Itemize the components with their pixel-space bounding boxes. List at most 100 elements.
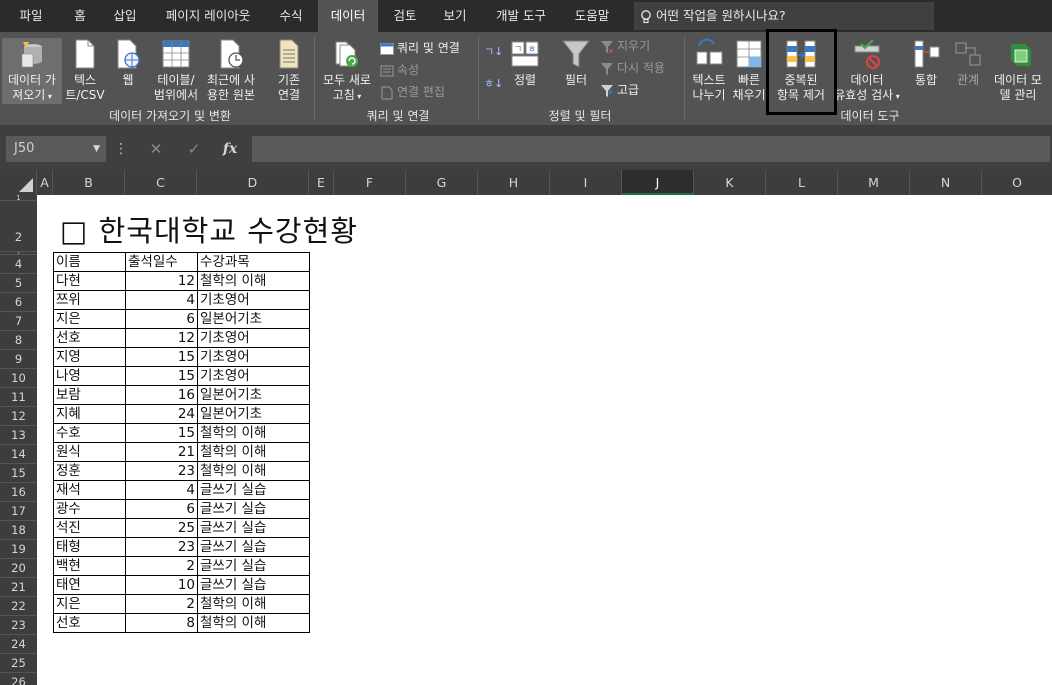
row-header[interactable]: 5 [0,274,37,293]
cell-attendance[interactable]: 2 [125,556,198,576]
row-header[interactable]: 11 [0,388,37,407]
cell-course[interactable]: 일본어기초 [197,404,310,424]
row-header[interactable]: 14 [0,445,37,464]
clear-filter-button[interactable]: 지우기 [600,36,650,56]
text-to-columns-button[interactable]: 텍스트 나누기 [686,38,732,103]
filter-button[interactable]: 필터 [556,38,596,88]
cell-course[interactable]: 글쓰기 실습 [197,537,310,557]
cell-attendance[interactable]: 15 [125,423,198,443]
select-all-button[interactable] [0,170,37,195]
column-header-i[interactable]: I [550,170,622,195]
cell-name[interactable]: 선호 [53,328,126,348]
row-header[interactable]: 9 [0,350,37,369]
cell-name[interactable]: 지은 [53,594,126,614]
cell-name[interactable]: 나영 [53,366,126,386]
row-header[interactable]: 18 [0,521,37,540]
column-header-d[interactable]: D [197,170,309,195]
row-header[interactable]: 26 [0,673,37,685]
tell-me-search[interactable]: 어떤 작업을 원하시나요? [634,2,934,30]
row-header[interactable]: 22 [0,597,37,616]
sort-descending-button[interactable]: ㅎ↓ [484,74,503,94]
cell-course[interactable]: 철학의 이해 [197,442,310,462]
data-validation-button[interactable]: 데이터 유효성 검사 ▾ [830,38,904,104]
existing-connections-button[interactable]: 기존 연결 [266,38,312,103]
text-csv-button[interactable]: 텍스 트/CSV [64,38,106,103]
tab-view[interactable]: 보기 [430,0,480,32]
tab-home[interactable]: 홈 [60,0,100,32]
column-header-g[interactable]: G [406,170,478,195]
tab-insert[interactable]: 삽입 [102,0,148,32]
cell-attendance[interactable]: 15 [125,347,198,367]
column-header-o[interactable]: O [982,170,1052,195]
cell-name[interactable]: 보람 [53,385,126,405]
cell-attendance[interactable]: 15 [125,366,198,386]
row-header[interactable]: 21 [0,578,37,597]
column-header-n[interactable]: N [910,170,982,195]
tab-page-layout[interactable]: 페이지 레이아웃 [152,0,264,32]
row-header[interactable]: 24 [0,635,37,654]
column-header-m[interactable]: M [838,170,910,195]
column-header-j[interactable]: J [622,170,694,195]
row-header[interactable]: 10 [0,369,37,388]
cell-attendance[interactable]: 2 [125,594,198,614]
column-header-e[interactable]: E [309,170,334,195]
cell-name[interactable]: 태연 [53,575,126,595]
tab-help[interactable]: 도움말 [562,0,622,32]
cell-course[interactable]: 기초영어 [197,347,310,367]
cell-course[interactable]: 기초영어 [197,366,310,386]
sheet-title[interactable]: □ 한국대학교 수강현황 [60,208,358,248]
cell-course[interactable]: 글쓰기 실습 [197,518,310,538]
row-header[interactable]: 19 [0,540,37,559]
cell-name[interactable]: 선호 [53,613,126,633]
insert-function-icon[interactable]: fx [218,136,242,162]
data-model-button[interactable]: 데이터 모 델 관리 [990,38,1046,103]
relationships-button[interactable]: 관계 [948,38,988,88]
row-header[interactable]: 17 [0,502,37,521]
cell-course[interactable]: 기초영어 [197,290,310,310]
cell-course[interactable]: 글쓰기 실습 [197,480,310,500]
row-header[interactable]: 6 [0,293,37,312]
cell-attendance[interactable]: 6 [125,309,198,329]
reapply-button[interactable]: 다시 적용 [600,58,665,78]
cell-attendance[interactable]: 4 [125,290,198,310]
cell-attendance[interactable]: 23 [125,461,198,481]
tab-developer[interactable]: 개발 도구 [484,0,558,32]
row-header[interactable]: 12 [0,407,37,426]
row-header[interactable]: 23 [0,616,37,635]
row-header[interactable]: 13 [0,426,37,445]
column-header-k[interactable]: K [694,170,766,195]
cell-name[interactable]: 지혜 [53,404,126,424]
column-header-l[interactable]: L [766,170,838,195]
cell-attendance[interactable]: 8 [125,613,198,633]
recent-sources-button[interactable]: 최근에 사 용한 원본 [202,38,260,103]
column-header-h[interactable]: H [478,170,550,195]
cell-name[interactable]: 지은 [53,309,126,329]
cell-name[interactable]: 태형 [53,537,126,557]
tab-data[interactable]: 데이터 [318,0,378,32]
cell-course[interactable]: 글쓰기 실습 [197,499,310,519]
cell-attendance[interactable]: 24 [125,404,198,424]
cell-course[interactable]: 글쓰기 실습 [197,556,310,576]
more-options-icon[interactable]: ⋮ [114,136,128,162]
cell-attendance[interactable]: 12 [125,328,198,348]
refresh-all-button[interactable]: 모두 새로 고침 ▾ [318,38,376,104]
formula-input[interactable] [252,136,1050,162]
sort-button[interactable]: ㄱㅎ 정렬 [506,38,544,88]
row-header[interactable]: 16 [0,483,37,502]
row-header[interactable]: 2 [0,201,37,252]
column-header-c[interactable]: C [125,170,197,195]
row-header[interactable]: 15 [0,464,37,483]
cell-attendance[interactable]: 6 [125,499,198,519]
flash-fill-button[interactable]: 빠른 채우기 [730,38,768,103]
cell-attendance[interactable]: 4 [125,480,198,500]
name-box[interactable]: J50 ▼ [6,136,106,162]
row-header[interactable]: 4 [0,255,37,274]
cell-name[interactable]: 지영 [53,347,126,367]
cell-name[interactable]: 정훈 [53,461,126,481]
cell-attendance[interactable]: 21 [125,442,198,462]
edit-links-button[interactable]: 연결 편집 [380,82,445,102]
advanced-filter-button[interactable]: 고급 [600,80,639,100]
consolidate-button[interactable]: 통합 [906,38,946,88]
row-header[interactable]: 7 [0,312,37,331]
cell-course[interactable]: 철학의 이해 [197,594,310,614]
